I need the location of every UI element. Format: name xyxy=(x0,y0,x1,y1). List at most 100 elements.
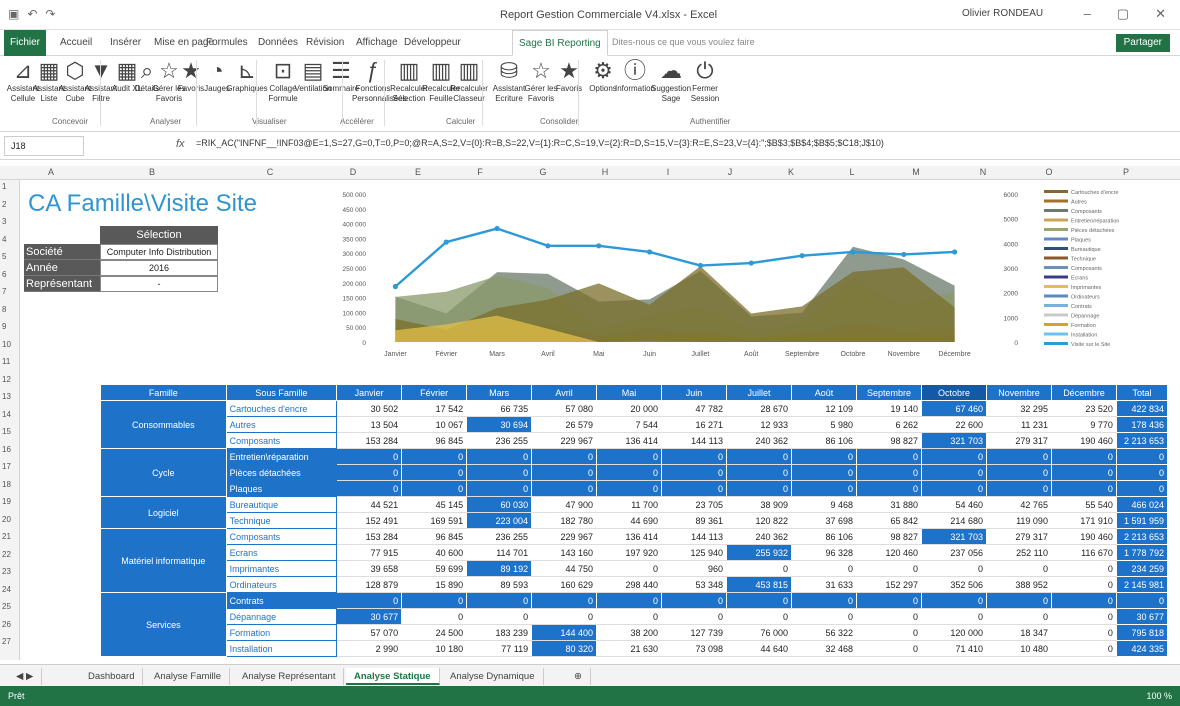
close-icon[interactable]: ✕ xyxy=(1155,6,1166,22)
value-cell[interactable]: 0 xyxy=(791,592,857,609)
value-cell[interactable]: 73 098 xyxy=(661,640,728,657)
row-header[interactable]: 2 xyxy=(2,200,6,209)
row-header[interactable]: 11 xyxy=(2,357,10,366)
value-cell[interactable]: 18 347 xyxy=(985,624,1052,641)
value-cell[interactable]: 114 701 xyxy=(466,544,533,561)
value-cell[interactable]: 38 909 xyxy=(726,496,793,513)
visits-point[interactable] xyxy=(646,249,653,255)
family-cell[interactable]: Consommables xyxy=(100,400,227,449)
total-cell[interactable]: 2 213 653 xyxy=(1115,528,1169,545)
value-cell[interactable]: 28 670 xyxy=(726,400,793,417)
redo-icon[interactable]: ↷ xyxy=(45,7,55,21)
total-cell[interactable]: 0 xyxy=(1115,448,1169,465)
year-value[interactable]: 2016 xyxy=(100,260,218,276)
value-cell[interactable]: 30 677 xyxy=(336,608,403,625)
value-cell[interactable]: 65 842 xyxy=(856,512,922,529)
value-cell[interactable]: 252 110 xyxy=(985,544,1052,561)
sheet-tab[interactable]: Analyse Dynamique xyxy=(442,668,544,685)
table-header[interactable]: Sous Famille xyxy=(225,384,338,401)
value-cell[interactable]: 9 770 xyxy=(1050,416,1117,433)
value-cell[interactable]: 0 xyxy=(920,592,987,609)
value-cell[interactable]: 279 317 xyxy=(985,432,1052,449)
row-header[interactable]: 17 xyxy=(2,462,11,471)
value-cell[interactable]: 0 xyxy=(661,480,728,497)
value-cell[interactable]: 7 544 xyxy=(596,416,663,433)
row-header[interactable]: 19 xyxy=(2,497,11,506)
subfamily-cell[interactable]: Plaques xyxy=(225,480,338,497)
column-header[interactable]: H xyxy=(574,167,636,177)
column-header[interactable]: K xyxy=(760,167,822,177)
row-header[interactable]: 25 xyxy=(2,602,11,611)
value-cell[interactable]: 279 317 xyxy=(985,528,1052,545)
value-cell[interactable]: 12 109 xyxy=(791,400,857,417)
value-cell[interactable]: 0 xyxy=(791,608,857,625)
value-cell[interactable]: 76 000 xyxy=(726,624,793,641)
column-header[interactable]: J xyxy=(700,167,760,177)
value-cell[interactable]: 119 090 xyxy=(985,512,1052,529)
value-cell[interactable]: 53 348 xyxy=(661,576,728,593)
value-cell[interactable]: 0 xyxy=(920,608,987,625)
value-cell[interactable]: 190 460 xyxy=(1050,432,1117,449)
value-cell[interactable]: 98 827 xyxy=(856,528,922,545)
value-cell[interactable]: 0 xyxy=(726,560,793,577)
table-header[interactable]: Total xyxy=(1115,384,1169,401)
row-header[interactable]: 5 xyxy=(2,252,6,261)
value-cell[interactable]: 0 xyxy=(726,608,793,625)
value-cell[interactable]: 0 xyxy=(856,464,922,481)
value-cell[interactable]: 0 xyxy=(596,448,663,465)
value-cell[interactable]: 21 630 xyxy=(596,640,663,657)
value-cell[interactable]: 37 698 xyxy=(791,512,857,529)
value-cell[interactable]: 9 468 xyxy=(791,496,857,513)
value-cell[interactable]: 197 920 xyxy=(596,544,663,561)
value-cell[interactable]: 0 xyxy=(791,464,857,481)
total-cell[interactable]: 466 024 xyxy=(1115,496,1169,513)
value-cell[interactable]: 44 750 xyxy=(531,560,598,577)
value-cell[interactable]: 144 113 xyxy=(661,528,728,545)
value-cell[interactable]: 0 xyxy=(920,448,987,465)
row-header[interactable]: 3 xyxy=(2,217,6,226)
maximize-icon[interactable]: ▢ xyxy=(1117,6,1129,22)
value-cell[interactable]: 236 255 xyxy=(466,432,533,449)
tab-7[interactable]: Affichage xyxy=(350,30,404,56)
value-cell[interactable]: 240 362 xyxy=(726,528,793,545)
row-header[interactable]: 12 xyxy=(2,375,11,384)
value-cell[interactable]: 2 990 xyxy=(336,640,403,657)
value-cell[interactable]: 0 xyxy=(336,592,403,609)
value-cell[interactable]: 125 940 xyxy=(661,544,728,561)
value-cell[interactable]: 5 980 xyxy=(791,416,857,433)
value-cell[interactable]: 255 932 xyxy=(726,544,793,561)
visits-point[interactable] xyxy=(951,249,958,255)
row-header[interactable]: 10 xyxy=(2,340,11,349)
sheet-tab[interactable]: Analyse Famille xyxy=(146,668,231,685)
value-cell[interactable]: 26 579 xyxy=(531,416,598,433)
share-button[interactable]: Partager xyxy=(1115,34,1170,52)
value-cell[interactable]: 0 xyxy=(596,592,663,609)
visits-point[interactable] xyxy=(850,249,856,255)
value-cell[interactable]: 214 680 xyxy=(920,512,987,529)
value-cell[interactable]: 0 xyxy=(791,448,857,465)
subfamily-cell[interactable]: Technique xyxy=(225,512,338,529)
value-cell[interactable]: 120 000 xyxy=(920,624,987,641)
subfamily-cell[interactable]: Entretien\réparation xyxy=(225,448,338,465)
total-cell[interactable]: 1 591 959 xyxy=(1115,512,1169,529)
value-cell[interactable]: 0 xyxy=(401,464,468,481)
row-header[interactable]: 24 xyxy=(2,585,11,594)
add-sheet-icon[interactable]: ⊕ xyxy=(566,668,591,685)
value-cell[interactable]: 89 192 xyxy=(466,560,533,577)
sheet-tab[interactable]: Analyse Statique xyxy=(346,668,440,685)
visits-point[interactable] xyxy=(392,283,399,290)
value-cell[interactable]: 0 xyxy=(466,448,533,465)
sheet-tab[interactable]: Analyse Représentant xyxy=(234,668,345,685)
column-header[interactable]: M xyxy=(882,167,950,177)
row-header[interactable]: 18 xyxy=(2,480,11,489)
value-cell[interactable]: 0 xyxy=(596,608,663,625)
value-cell[interactable]: 24 500 xyxy=(401,624,468,641)
value-cell[interactable]: 0 xyxy=(1050,592,1117,609)
total-cell[interactable]: 1 778 792 xyxy=(1115,544,1169,561)
value-cell[interactable]: 67 460 xyxy=(920,400,987,417)
row-header[interactable]: 1 xyxy=(2,182,6,191)
total-cell[interactable]: 422 834 xyxy=(1115,400,1169,417)
total-cell[interactable]: 2 213 653 xyxy=(1115,432,1169,449)
row-header[interactable]: 14 xyxy=(2,410,11,419)
value-cell[interactable]: 960 xyxy=(661,560,728,577)
